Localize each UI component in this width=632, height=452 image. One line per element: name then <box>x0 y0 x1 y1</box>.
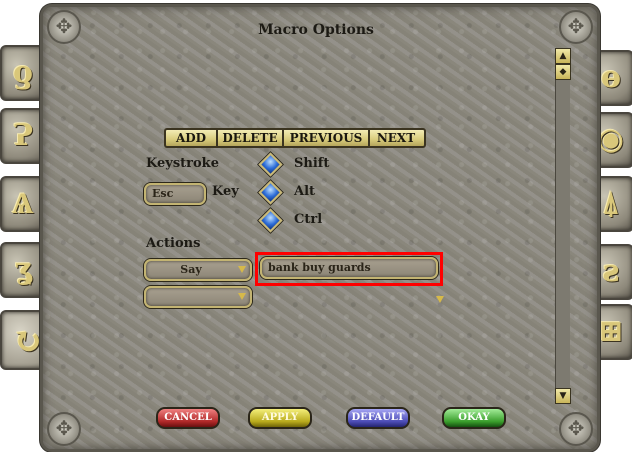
actions-label: Actions <box>146 236 201 251</box>
key-value: Esc <box>152 187 174 200</box>
tab-glyph-icon: ƍ <box>12 55 33 90</box>
key-label: Key <box>212 184 239 199</box>
chevron-down-icon[interactable] <box>238 266 246 273</box>
tab-glyph-icon: Ɂ <box>13 118 33 153</box>
chevron-down-icon[interactable] <box>436 296 444 303</box>
next-button[interactable]: NEXT <box>368 130 422 146</box>
previous-button[interactable]: PREVIOUS <box>282 130 368 146</box>
add-button[interactable]: ADD <box>166 130 216 146</box>
action-select-1[interactable]: Say <box>144 259 252 281</box>
delete-button[interactable]: DELETE <box>216 130 282 146</box>
key-field[interactable]: Esc <box>144 183 206 205</box>
corner-ornament-icon <box>559 412 593 446</box>
chevron-down-icon[interactable] <box>238 293 246 300</box>
scroll-up-icon[interactable]: ▲ <box>555 48 571 64</box>
apply-button[interactable]: APPLY <box>248 407 312 429</box>
alt-label: Alt <box>294 184 316 199</box>
shift-label: Shift <box>294 156 330 171</box>
default-button[interactable]: DEFAULT <box>346 407 410 429</box>
keystroke-label: Keystroke <box>146 156 219 171</box>
action-select-value: Say <box>180 263 202 276</box>
ctrl-label: Ctrl <box>294 212 323 227</box>
scroll-down-icon[interactable]: ▼ <box>555 388 571 404</box>
cancel-button[interactable]: CANCEL <box>156 407 220 429</box>
tab-glyph-icon: ʓ <box>14 252 32 287</box>
macro-options-panel <box>40 4 600 452</box>
macro-nav-bar: ADD DELETE PREVIOUS NEXT <box>164 128 426 148</box>
corner-ornament-icon <box>47 412 81 446</box>
action-select-2[interactable] <box>144 286 252 308</box>
page-title: Macro Options <box>258 22 374 38</box>
action-argument-value: bank buy guards <box>268 261 371 274</box>
scroll-thumb[interactable]: ◆ <box>555 64 571 80</box>
tab-glyph-icon: Ѧ <box>12 186 34 221</box>
action-argument-field[interactable]: bank buy guards <box>260 257 438 279</box>
okay-button[interactable]: OKAY <box>442 407 506 429</box>
scrollbar[interactable] <box>555 48 570 404</box>
